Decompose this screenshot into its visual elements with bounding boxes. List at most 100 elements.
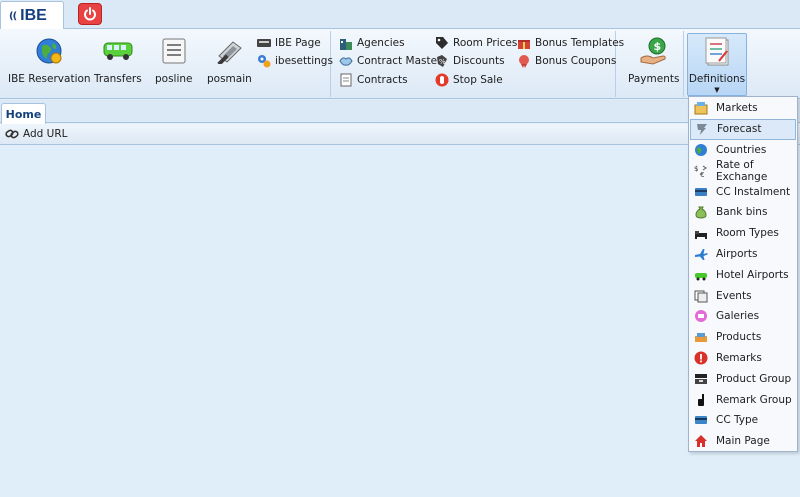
exchange-icon: $ €: [694, 164, 708, 178]
posmain-label: posmain: [207, 73, 252, 85]
room-prices-button[interactable]: Room Prices: [435, 36, 517, 50]
ibesettings-label: ibesettings: [275, 55, 333, 67]
bed-icon: [694, 226, 708, 240]
contract-master-button[interactable]: Contract Master: [339, 54, 441, 68]
posmain-button[interactable]: posmain: [207, 35, 252, 85]
menu-item-forecast[interactable]: Forecast: [690, 118, 796, 140]
posline-label: posline: [155, 73, 193, 85]
card-type-icon: [694, 413, 708, 427]
menu-item-label: Markets: [716, 102, 758, 115]
bus-icon: [101, 35, 135, 67]
payments-label: Payments: [628, 73, 680, 85]
bonus-coupons-button[interactable]: Bonus Coupons: [517, 54, 616, 68]
stop-sale-button[interactable]: Stop Sale: [435, 73, 503, 87]
shuttle-icon: [694, 268, 708, 282]
bonus-coupons-label: Bonus Coupons: [535, 55, 617, 67]
ibe-page-label: IBE Page: [275, 37, 321, 49]
coupon-icon: [517, 54, 531, 68]
product-group-icon: [694, 372, 708, 386]
bonus-templates-label: Bonus Templates: [535, 37, 625, 49]
definitions-button[interactable]: Definitions ▼: [687, 33, 747, 96]
settings-gear-icon: [257, 54, 271, 68]
airplane-icon: [694, 247, 708, 261]
transfers-button[interactable]: Transfers: [94, 35, 142, 85]
home-content-area: [0, 146, 800, 497]
menu-item-bank-bins[interactable]: Bank bins: [689, 202, 797, 223]
alert-icon: [694, 351, 708, 365]
forecast-icon: [695, 122, 709, 136]
document-icon: [339, 73, 353, 87]
bonus-templates-button[interactable]: Bonus Templates: [517, 36, 624, 50]
contracts-label: Contracts: [357, 74, 408, 86]
svg-text:%: %: [439, 58, 446, 66]
ibe-reservation-button[interactable]: IBE Reservation: [8, 35, 91, 85]
discounts-button[interactable]: % Discounts: [435, 54, 505, 68]
menu-item-label: CC Type: [716, 414, 759, 427]
agencies-label: Agencies: [357, 37, 405, 49]
stop-sign-icon: [435, 73, 449, 87]
ribbon-toolbar: IBE Reservation Transfers posline posmai…: [0, 29, 800, 99]
handshake-icon: [339, 54, 353, 68]
posline-button[interactable]: posline: [155, 35, 193, 85]
add-url-label: Add URL: [23, 128, 68, 140]
menu-item-cc-instalment[interactable]: CC Instalment: [689, 181, 797, 202]
menu-item-label: Main Page: [716, 435, 770, 448]
stop-sale-label: Stop Sale: [453, 74, 503, 86]
link-icon: [5, 129, 19, 139]
menu-item-label: Hotel Airports: [716, 268, 789, 281]
menu-item-label: Products: [716, 331, 762, 344]
svg-text:$: $: [694, 165, 698, 173]
menu-item-room-types[interactable]: Room Types: [689, 223, 797, 244]
money-bag-icon: [694, 205, 708, 219]
contracts-button[interactable]: Contracts: [339, 73, 408, 87]
gallery-icon: [694, 309, 708, 323]
menu-item-label: Rate of Exchange: [716, 158, 768, 183]
gift-icon: [517, 36, 531, 50]
ibe-reservation-label: IBE Reservation: [8, 73, 91, 85]
chevron-down-icon: ▼: [714, 86, 720, 94]
discounts-label: Discounts: [453, 55, 505, 67]
menu-item-product-group[interactable]: Product Group: [689, 368, 797, 389]
menu-item-label: Product Group: [716, 372, 792, 385]
menu-item-label: Airports: [716, 247, 758, 260]
menu-item-markets[interactable]: Markets: [689, 98, 797, 119]
globe-reservation-icon: [32, 35, 66, 67]
definitions-icon: [703, 37, 731, 70]
menu-item-label: Galeries: [716, 310, 760, 323]
menu-item-label: Remarks: [716, 351, 762, 364]
add-url-toolbar: Add URL: [0, 124, 800, 145]
menu-item-label: Remark Group: [716, 393, 792, 406]
list-document-icon: [157, 35, 191, 67]
menu-item-label: Events: [716, 289, 752, 302]
home-icon: [694, 434, 708, 448]
menu-item-main-page[interactable]: Main Page: [689, 431, 797, 452]
ibe-app-tab[interactable]: (( IBE: [0, 1, 64, 30]
tab-home[interactable]: Home: [1, 103, 46, 124]
menu-item-rate-of-exchange[interactable]: $ € Rate of Exchange: [689, 158, 797, 183]
definitions-label: Definitions: [688, 73, 746, 85]
ibesettings-button[interactable]: ibesettings: [257, 54, 333, 68]
menu-item-remark-group[interactable]: Remark Group: [689, 389, 797, 410]
menu-item-products[interactable]: Products: [689, 327, 797, 348]
menu-item-galeries[interactable]: Galeries: [689, 306, 797, 327]
menu-item-countries[interactable]: Countries: [689, 140, 797, 161]
room-prices-label: Room Prices: [453, 37, 518, 49]
menu-item-hotel-airports[interactable]: Hotel Airports: [689, 264, 797, 285]
money-hand-icon: $: [637, 35, 671, 67]
menu-item-label: Room Types: [716, 227, 779, 240]
ibe-page-button[interactable]: IBE Page: [257, 36, 321, 50]
agencies-button[interactable]: Agencies: [339, 36, 405, 50]
logout-button[interactable]: [78, 3, 102, 25]
menu-item-label: CC Instalment: [716, 185, 791, 198]
menu-item-label: Countries: [716, 143, 767, 156]
payments-button[interactable]: $ Payments: [628, 35, 679, 85]
add-url-button[interactable]: Add URL: [5, 128, 68, 140]
markets-icon: [694, 101, 708, 115]
menu-item-cc-type[interactable]: CC Type: [689, 410, 797, 431]
menu-item-airports[interactable]: Airports: [689, 244, 797, 265]
transfers-label: Transfers: [94, 73, 142, 85]
menu-item-events[interactable]: Events: [689, 285, 797, 306]
buildings-icon: [339, 36, 353, 50]
menu-item-remarks[interactable]: Remarks: [689, 348, 797, 369]
events-icon: [694, 289, 708, 303]
